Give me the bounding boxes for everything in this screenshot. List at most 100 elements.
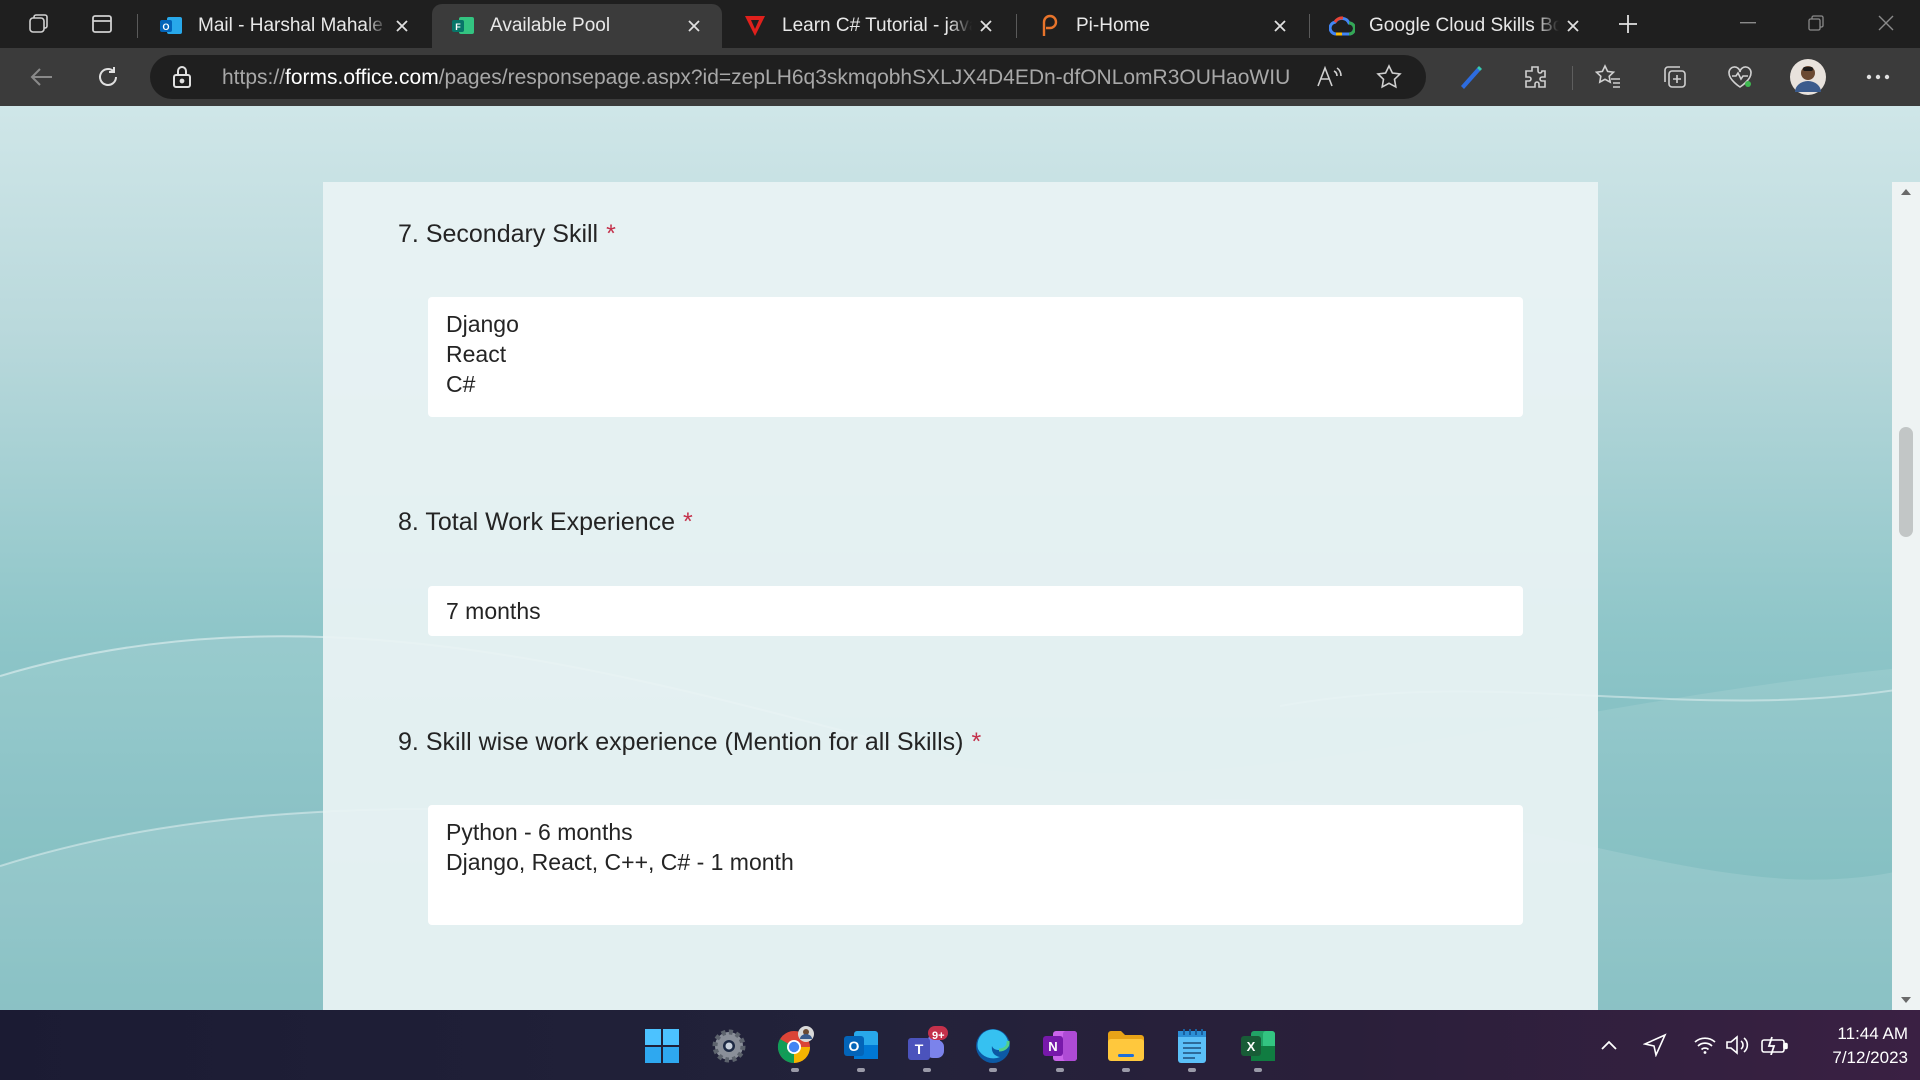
pi-icon [1036,13,1062,39]
svg-text:T: T [915,1041,924,1057]
javatpoint-icon [742,13,768,39]
scroll-up-icon[interactable] [1900,188,1912,196]
required-marker: * [683,508,693,536]
close-tab-icon[interactable] [388,12,416,40]
close-tab-icon[interactable] [1266,12,1294,40]
restore-icon[interactable] [1782,0,1850,46]
clock[interactable]: 11:44 AM 7/12/2023 [1808,1022,1908,1070]
read-aloud-icon[interactable] [1316,65,1342,94]
teams-badge: 9+ [932,1030,945,1042]
tab-csharp-tutorial[interactable]: Learn C# Tutorial - javatpoint [724,4,1014,48]
tab-title: Pi-Home [1076,15,1150,36]
back-icon[interactable] [22,57,62,97]
running-indicator [989,1068,997,1072]
minimize-icon[interactable] [1714,0,1782,46]
edge-icon[interactable] [967,1020,1019,1072]
question-number: 7. [398,220,419,248]
answer-line: 7 months [446,598,541,624]
question-number: 8. [398,508,419,536]
battery-charging-icon[interactable] [1760,1030,1790,1060]
running-indicator [791,1068,799,1072]
svg-text:X: X [1247,1039,1256,1054]
scrollbar-thumb[interactable] [1899,427,1913,537]
windows-start-icon[interactable] [636,1020,688,1072]
running-indicator [1254,1068,1262,1072]
question-7-title: 7. Secondary Skill * [398,220,616,249]
browser-essentials-icon[interactable] [1720,57,1760,97]
address-bar[interactable]: https://forms.office.com/pages/responsep… [150,55,1426,99]
svg-text:O: O [849,1038,860,1054]
refresh-icon[interactable] [88,57,128,97]
lock-icon[interactable] [172,65,192,94]
tab-google-cloud[interactable]: Google Cloud Skills Boost [1311,4,1601,48]
favorites-icon[interactable] [1588,57,1628,97]
tab-separator [137,14,138,38]
extensions-icon[interactable] [1515,57,1555,97]
running-indicator [857,1068,865,1072]
question-text: Total Work Experience [425,508,676,536]
tab-available-pool[interactable]: F Available Pool [432,4,722,48]
tab-title: Learn C# Tutorial - javatpoint [782,15,972,36]
tab-pi-home[interactable]: Pi-Home [1018,4,1308,48]
teams-icon[interactable]: T 9+ [901,1020,953,1072]
required-marker: * [606,220,616,248]
tab-separator [1309,14,1310,38]
tab-strip: O Mail - Harshal Mahale - Outlook F Avai… [0,0,1920,48]
chrome-icon[interactable] [769,1020,821,1072]
new-tab-icon[interactable] [1608,6,1648,42]
scroll-down-icon[interactable] [1900,996,1912,1004]
question-9-answer[interactable]: Python - 6 months Django, React, C++, C#… [428,805,1523,925]
outlook-icon[interactable]: O [835,1020,887,1072]
excel-icon[interactable]: X [1232,1020,1284,1072]
profile-avatar[interactable] [1788,57,1828,97]
notepad-icon[interactable] [1166,1020,1218,1072]
tab-mail[interactable]: O Mail - Harshal Mahale - Outlook [140,4,430,48]
form-card: 7. Secondary Skill * Django React C# 8. T… [323,182,1598,1010]
url-text[interactable]: https://forms.office.com/pages/responsep… [222,66,1292,90]
tab-separator [1016,14,1017,38]
wifi-icon[interactable] [1690,1030,1720,1060]
svg-text:N: N [1048,1039,1057,1054]
location-icon[interactable] [1640,1030,1670,1060]
tab-title: Mail - Harshal Mahale - Outlook [198,15,388,36]
close-tab-icon[interactable] [680,12,708,40]
question-7-answer[interactable]: Django React C# [428,297,1523,417]
question-text: Secondary Skill [425,220,599,248]
url-path: /pages/responsepage.aspx?id=zepLH6q3skmq… [438,66,1292,89]
close-tab-icon[interactable] [972,12,1000,40]
outlook-icon: O [158,13,184,39]
tab-actions-icon[interactable] [82,6,122,42]
required-marker: * [971,728,982,756]
grammar-extension-icon[interactable] [1450,57,1490,97]
page-content: 7. Secondary Skill * Django React C# 8. T… [0,106,1920,1010]
vertical-scrollbar[interactable] [1892,182,1920,1010]
answer-line: C# [446,371,476,397]
answer-line: React [446,341,507,367]
show-hidden-icons-icon[interactable] [1594,1030,1624,1060]
volume-icon[interactable] [1722,1030,1752,1060]
clock-date: 7/12/2023 [1832,1048,1908,1067]
collections-icon[interactable] [1655,57,1695,97]
favorite-star-icon[interactable] [1376,64,1402,95]
url-host: forms.office.com [285,66,439,89]
question-9-title: 9. Skill wise work experience (Mention f… [398,728,981,757]
file-explorer-icon[interactable] [1100,1020,1152,1072]
taskbar: O T 9+ N X 11:44 AM 7/12/2023 [0,1010,1920,1080]
workspaces-icon[interactable] [18,6,58,42]
onenote-icon[interactable]: N [1034,1020,1086,1072]
close-tab-icon[interactable] [1559,12,1587,40]
close-window-icon[interactable] [1852,0,1920,46]
forms-icon: F [450,13,476,39]
running-indicator [1122,1068,1130,1072]
question-8-title: 8. Total Work Experience * [398,508,693,537]
question-8-answer[interactable]: 7 months [428,586,1523,636]
question-number: 9. [398,728,419,756]
browser-toolbar: https://forms.office.com/pages/responsep… [0,48,1920,106]
more-options-icon[interactable] [1858,57,1898,97]
settings-icon[interactable] [703,1020,755,1072]
url-prefix: https:// [222,66,286,89]
running-indicator [923,1068,931,1072]
clock-time: 11:44 AM [1837,1024,1908,1043]
running-indicator [1188,1068,1196,1072]
question-text: Skill wise work experience (Mention for … [425,728,964,756]
